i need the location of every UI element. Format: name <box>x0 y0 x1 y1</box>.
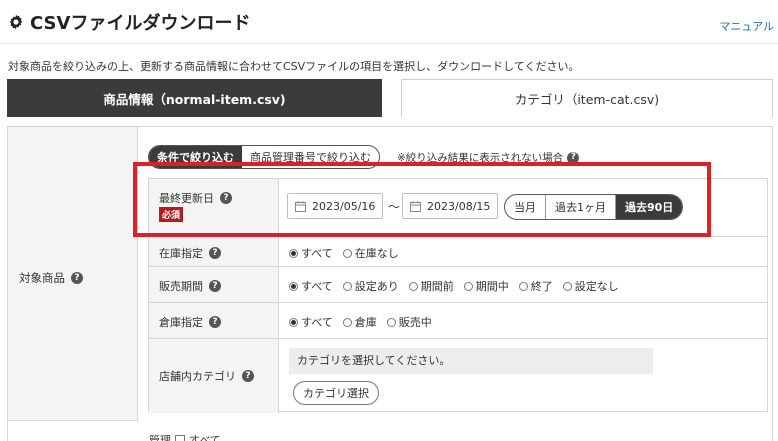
date-range-presets: 当月 過去1ヶ月 過去90日 <box>504 194 684 220</box>
help-icon[interactable]: ? <box>209 316 221 328</box>
help-icon[interactable]: ? <box>220 192 232 204</box>
warehouse-all-radio[interactable]: すべて <box>289 314 333 330</box>
sales-period-ended-radio[interactable]: 終了 <box>518 278 553 294</box>
range-last-month-button[interactable]: 過去1ヶ月 <box>546 195 616 219</box>
warehouse-option-label: 販売中 <box>398 316 432 329</box>
stock-row: 在庫指定 ? すべて 在庫なし <box>149 237 767 267</box>
store-category-display: カテゴリを選択してください。 <box>289 348 653 374</box>
filter-note: ※絞り込み結果に表示されない場合 ? <box>397 150 580 165</box>
warehouse-stored-radio[interactable]: 倉庫 <box>342 314 377 330</box>
sales-period-option-label: 期間中 <box>475 280 509 293</box>
target-label-cell: 対象商品 ? <box>8 127 138 421</box>
range-last-90-days-button[interactable]: 過去90日 <box>616 195 683 219</box>
stock-all-label: すべて <box>301 247 333 260</box>
help-icon[interactable]: ? <box>209 280 221 292</box>
category-select-button[interactable]: カテゴリ選択 <box>293 381 379 405</box>
page-description: 対象商品を絞り込みの上、更新する商品情報に合わせてCSVファイルの項目を選択し、… <box>8 60 580 73</box>
help-icon[interactable]: ? <box>209 247 221 259</box>
calendar-icon <box>295 200 306 212</box>
stock-none-label: 在庫なし <box>354 247 399 260</box>
filter-mode-toggle: 条件で絞り込む 商品管理番号で絞り込む <box>148 145 380 169</box>
stock-all-radio[interactable]: すべて <box>289 245 333 261</box>
help-icon[interactable]: ? <box>71 272 83 284</box>
sales-period-option-label: 設定あり <box>354 280 399 293</box>
filter-note-text: ※絞り込み結果に表示されない場合 <box>397 152 564 164</box>
target-label: 対象商品 <box>19 271 65 285</box>
last-updated-row: 最終更新日 ? 必須 2023/05/16 ～ 2023/08/15 当月 過去… <box>149 179 767 237</box>
filter-by-condition-button[interactable]: 条件で絞り込む <box>149 146 242 168</box>
help-icon[interactable]: ? <box>242 370 254 382</box>
page-title-text: CSVファイルダウンロード <box>30 13 251 34</box>
warehouse-row: 倉庫指定 ? すべて 倉庫 販売中 <box>149 303 767 339</box>
sales-period-set-radio[interactable]: 設定あり <box>342 278 399 294</box>
help-icon[interactable]: ? <box>567 151 580 164</box>
required-badge: 必須 <box>159 207 184 222</box>
gear-icon <box>9 14 23 30</box>
warehouse-option-label: 倉庫 <box>354 316 377 329</box>
date-range-separator: ～ <box>388 200 401 214</box>
sales-period-unset-radio[interactable]: 設定なし <box>562 278 619 294</box>
sales-period-option-label: すべて <box>301 280 333 293</box>
date-to-value: 2023/08/15 <box>427 199 491 213</box>
sales-period-label: 販売期間 <box>159 280 203 293</box>
sales-period-option-label: 期間前 <box>420 280 454 293</box>
management-all-checkbox[interactable] <box>175 435 185 441</box>
sales-period-before-radio[interactable]: 期間前 <box>408 278 454 294</box>
warehouse-on-sale-radio[interactable]: 販売中 <box>386 314 432 330</box>
manual-link[interactable]: マニュアル <box>719 18 774 34</box>
filter-by-item-number-button[interactable]: 商品管理番号で絞り込む <box>242 146 379 168</box>
sales-period-during-radio[interactable]: 期間中 <box>463 278 509 294</box>
condition-table: 最終更新日 ? 必須 2023/05/16 ～ 2023/08/15 当月 過去… <box>148 178 768 413</box>
calendar-icon <box>410 200 421 212</box>
sales-period-row: 販売期間 ? すべて 設定あり 期間前 期間中 終了 設定なし <box>149 267 767 303</box>
sales-period-all-radio[interactable]: すべて <box>289 278 333 294</box>
store-category-row: 店舗内カテゴリ ? カテゴリを選択してください。 カテゴリ選択 <box>149 339 767 413</box>
management-label: 管理 <box>149 434 171 441</box>
filter-panel: 対象商品 ? 条件で絞り込む 商品管理番号で絞り込む ※絞り込み結果に表示されな… <box>7 126 773 441</box>
date-from-input[interactable]: 2023/05/16 <box>287 193 383 219</box>
last-updated-label: 最終更新日 <box>159 192 214 205</box>
sales-period-option-label: 設定なし <box>574 280 619 293</box>
page-title: CSVファイルダウンロード <box>8 9 250 35</box>
sales-period-option-label: 終了 <box>530 280 553 293</box>
tab-item-cat[interactable]: カテゴリ（item-cat.csv) <box>401 79 773 117</box>
management-all-label: すべて <box>189 434 221 441</box>
store-category-label: 店舗内カテゴリ <box>159 370 236 383</box>
header: CSVファイルダウンロード マニュアル <box>0 0 778 44</box>
warehouse-label: 倉庫指定 <box>159 316 203 329</box>
tab-normal-item[interactable]: 商品情報（normal-item.csv) <box>7 79 382 117</box>
date-from-value: 2023/05/16 <box>312 199 376 213</box>
date-to-input[interactable]: 2023/08/15 <box>402 193 498 219</box>
management-row: 管理 すべて <box>149 432 221 441</box>
stock-label: 在庫指定 <box>159 247 203 260</box>
stock-none-radio[interactable]: 在庫なし <box>342 245 399 261</box>
range-this-month-button[interactable]: 当月 <box>505 195 546 219</box>
warehouse-option-label: すべて <box>301 316 333 329</box>
